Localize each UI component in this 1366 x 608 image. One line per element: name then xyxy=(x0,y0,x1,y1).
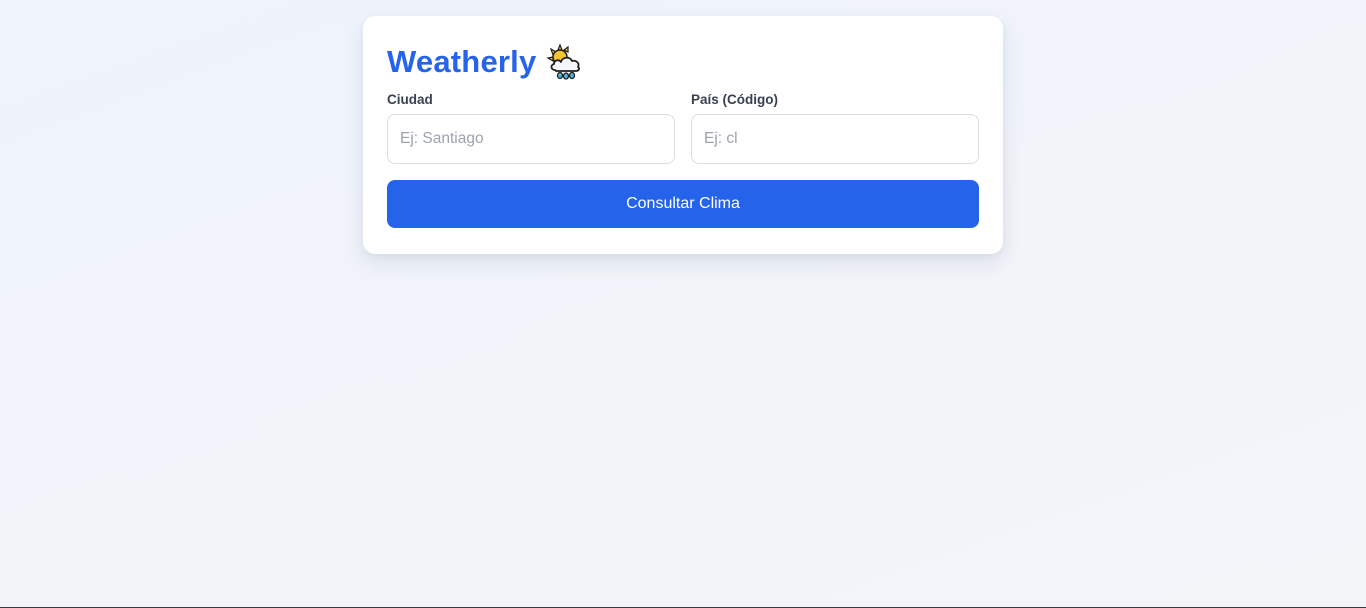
header: Weatherly xyxy=(387,40,979,84)
city-label: Ciudad xyxy=(387,92,433,107)
location-fields: Ciudad País (Código) xyxy=(387,92,979,164)
app-title: Weatherly xyxy=(387,44,537,79)
weather-search-card: Weatherly Ciudad Ej: Santiago País (Códi… xyxy=(363,16,1003,254)
country-label: País (Código) xyxy=(691,92,778,107)
country-field-group: País (Código) xyxy=(691,92,979,164)
city-input[interactable] xyxy=(387,114,675,164)
country-code-input[interactable] xyxy=(691,114,979,164)
sun-behind-rain-cloud-icon xyxy=(546,43,584,81)
check-weather-button[interactable]: Consultar Clima xyxy=(387,180,979,228)
city-field-group: Ciudad xyxy=(387,92,675,164)
